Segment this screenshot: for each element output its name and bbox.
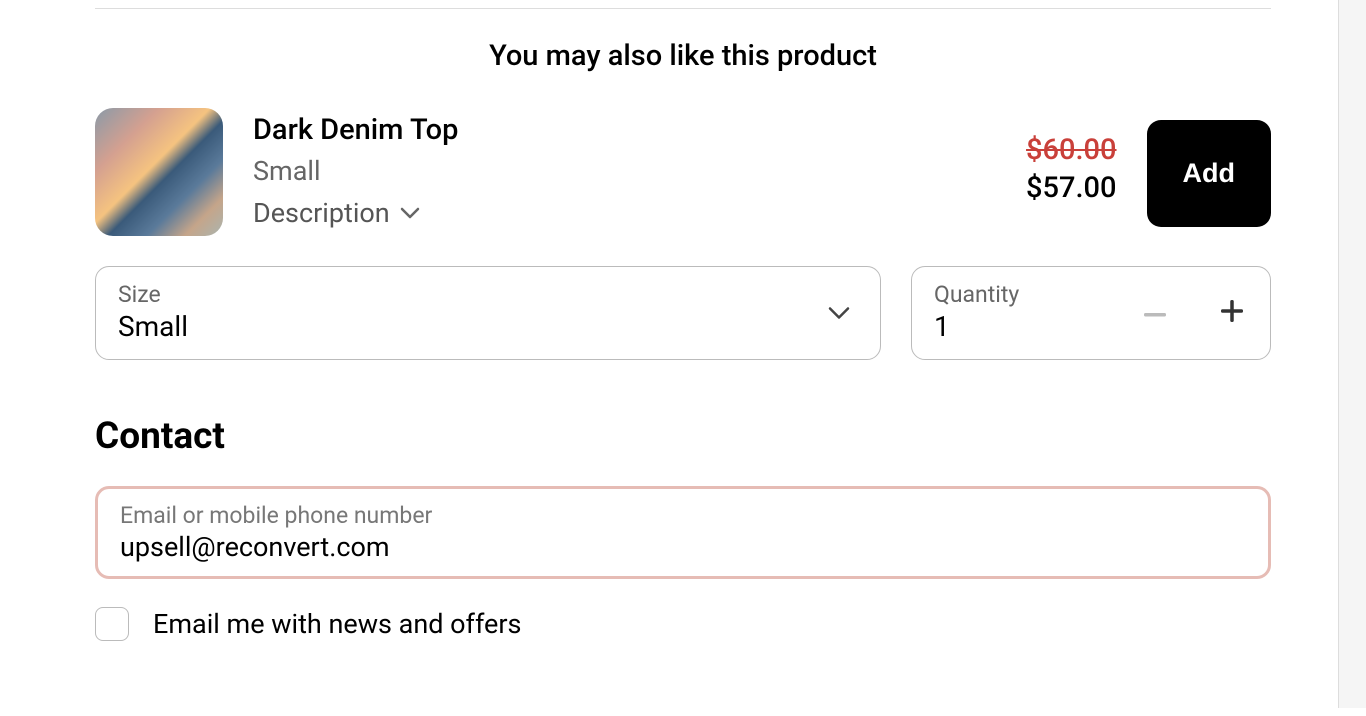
email-input[interactable] [120,531,1246,563]
right-edge-strip [1338,0,1366,708]
contact-field-label: Email or mobile phone number [120,502,1246,529]
product-image [95,108,223,236]
add-button[interactable]: Add [1147,120,1271,227]
plus-icon [1221,300,1243,322]
size-value: Small [118,310,858,343]
chevron-down-icon [400,207,420,219]
compare-price: $60.00 [1026,133,1116,167]
contact-field-wrapper[interactable]: Email or mobile phone number [95,486,1271,579]
contact-heading: Contact [95,415,1271,458]
newsletter-label: Email me with news and offers [153,608,521,640]
newsletter-checkbox[interactable] [95,607,129,641]
description-toggle[interactable]: Description [253,197,996,229]
sale-price: $57.00 [1026,171,1116,205]
product-row: Dark Denim Top Small Description $60.00 … [95,108,1271,236]
quantity-increment-button[interactable] [1216,295,1248,330]
product-variant: Small [253,155,996,187]
size-label: Size [118,281,858,308]
quantity-stepper: Quantity 1 [911,266,1271,360]
description-label: Description [253,197,390,229]
chevron-down-icon [828,307,850,320]
newsletter-row: Email me with news and offers [95,607,1271,641]
product-info: Dark Denim Top Small Description [253,108,996,229]
price-block: $60.00 $57.00 [1026,108,1116,205]
size-select[interactable]: Size Small [95,266,881,360]
selectors-row: Size Small Quantity 1 [95,266,1271,360]
product-title: Dark Denim Top [253,113,996,147]
minus-icon [1144,313,1166,317]
quantity-label: Quantity [934,281,1139,308]
quantity-decrement-button[interactable] [1139,300,1171,325]
upsell-heading: You may also like this product [95,39,1271,73]
quantity-value: 1 [934,310,1139,343]
divider [95,8,1271,9]
